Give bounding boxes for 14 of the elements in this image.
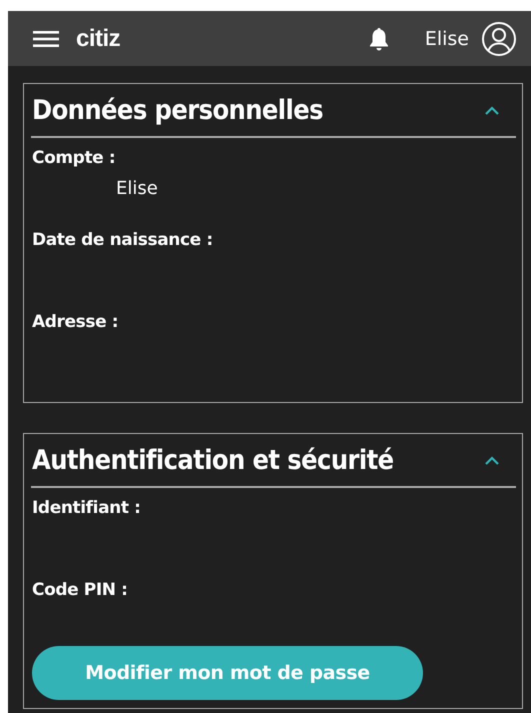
brand-logo[interactable]: citiz	[76, 24, 120, 52]
section-title: Authentification et sécurité	[32, 444, 394, 476]
chevron-up-icon[interactable]	[484, 105, 500, 115]
section-title: Données personnelles	[32, 94, 323, 126]
menu-icon[interactable]	[33, 30, 59, 48]
field-label: Adresse :	[32, 312, 118, 332]
field-label: Code PIN :	[32, 580, 128, 600]
field-value: Elise	[116, 178, 158, 199]
field-label: Compte :	[32, 148, 116, 168]
chevron-up-icon[interactable]	[484, 455, 500, 465]
user-avatar-icon[interactable]	[481, 20, 517, 56]
user-name: Elise	[424, 28, 469, 50]
field-label: Identifiant :	[32, 498, 141, 518]
field-label: Date de naissance :	[32, 230, 213, 250]
